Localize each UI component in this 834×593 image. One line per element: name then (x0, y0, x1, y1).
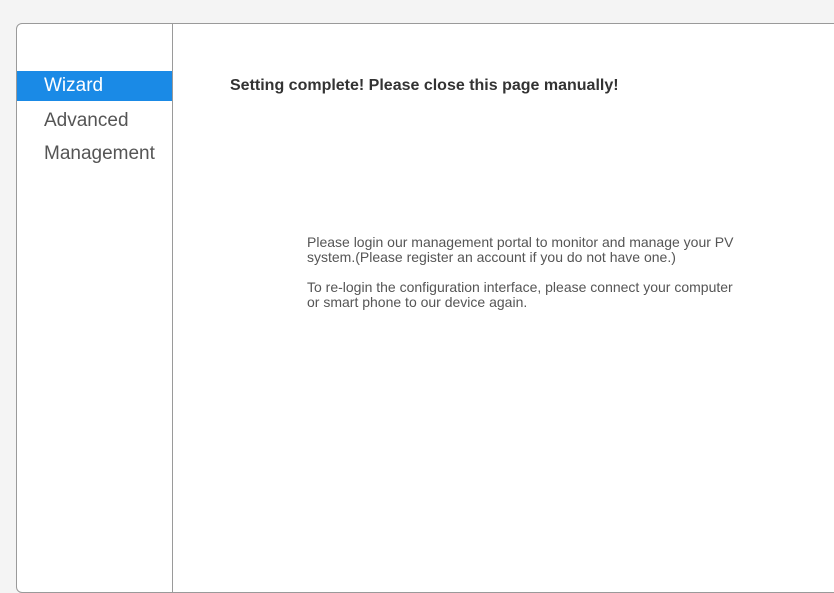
sidebar-nav: Wizard Advanced Management (17, 71, 172, 170)
info-message: Please login our management portal to mo… (307, 235, 737, 325)
sidebar: Wizard Advanced Management (17, 24, 173, 592)
content-area: Setting complete! Please close this page… (173, 24, 834, 592)
main-panel: Wizard Advanced Management Setting compl… (16, 23, 834, 593)
page-title: Setting complete! Please close this page… (230, 77, 619, 94)
sidebar-item-advanced[interactable]: Advanced (17, 104, 172, 137)
sidebar-item-management[interactable]: Management (17, 137, 172, 170)
relogin-info-text: To re-login the configuration interface,… (307, 279, 733, 310)
portal-info-text: Please login our management portal to mo… (307, 234, 734, 265)
sidebar-item-wizard[interactable]: Wizard (17, 71, 172, 101)
